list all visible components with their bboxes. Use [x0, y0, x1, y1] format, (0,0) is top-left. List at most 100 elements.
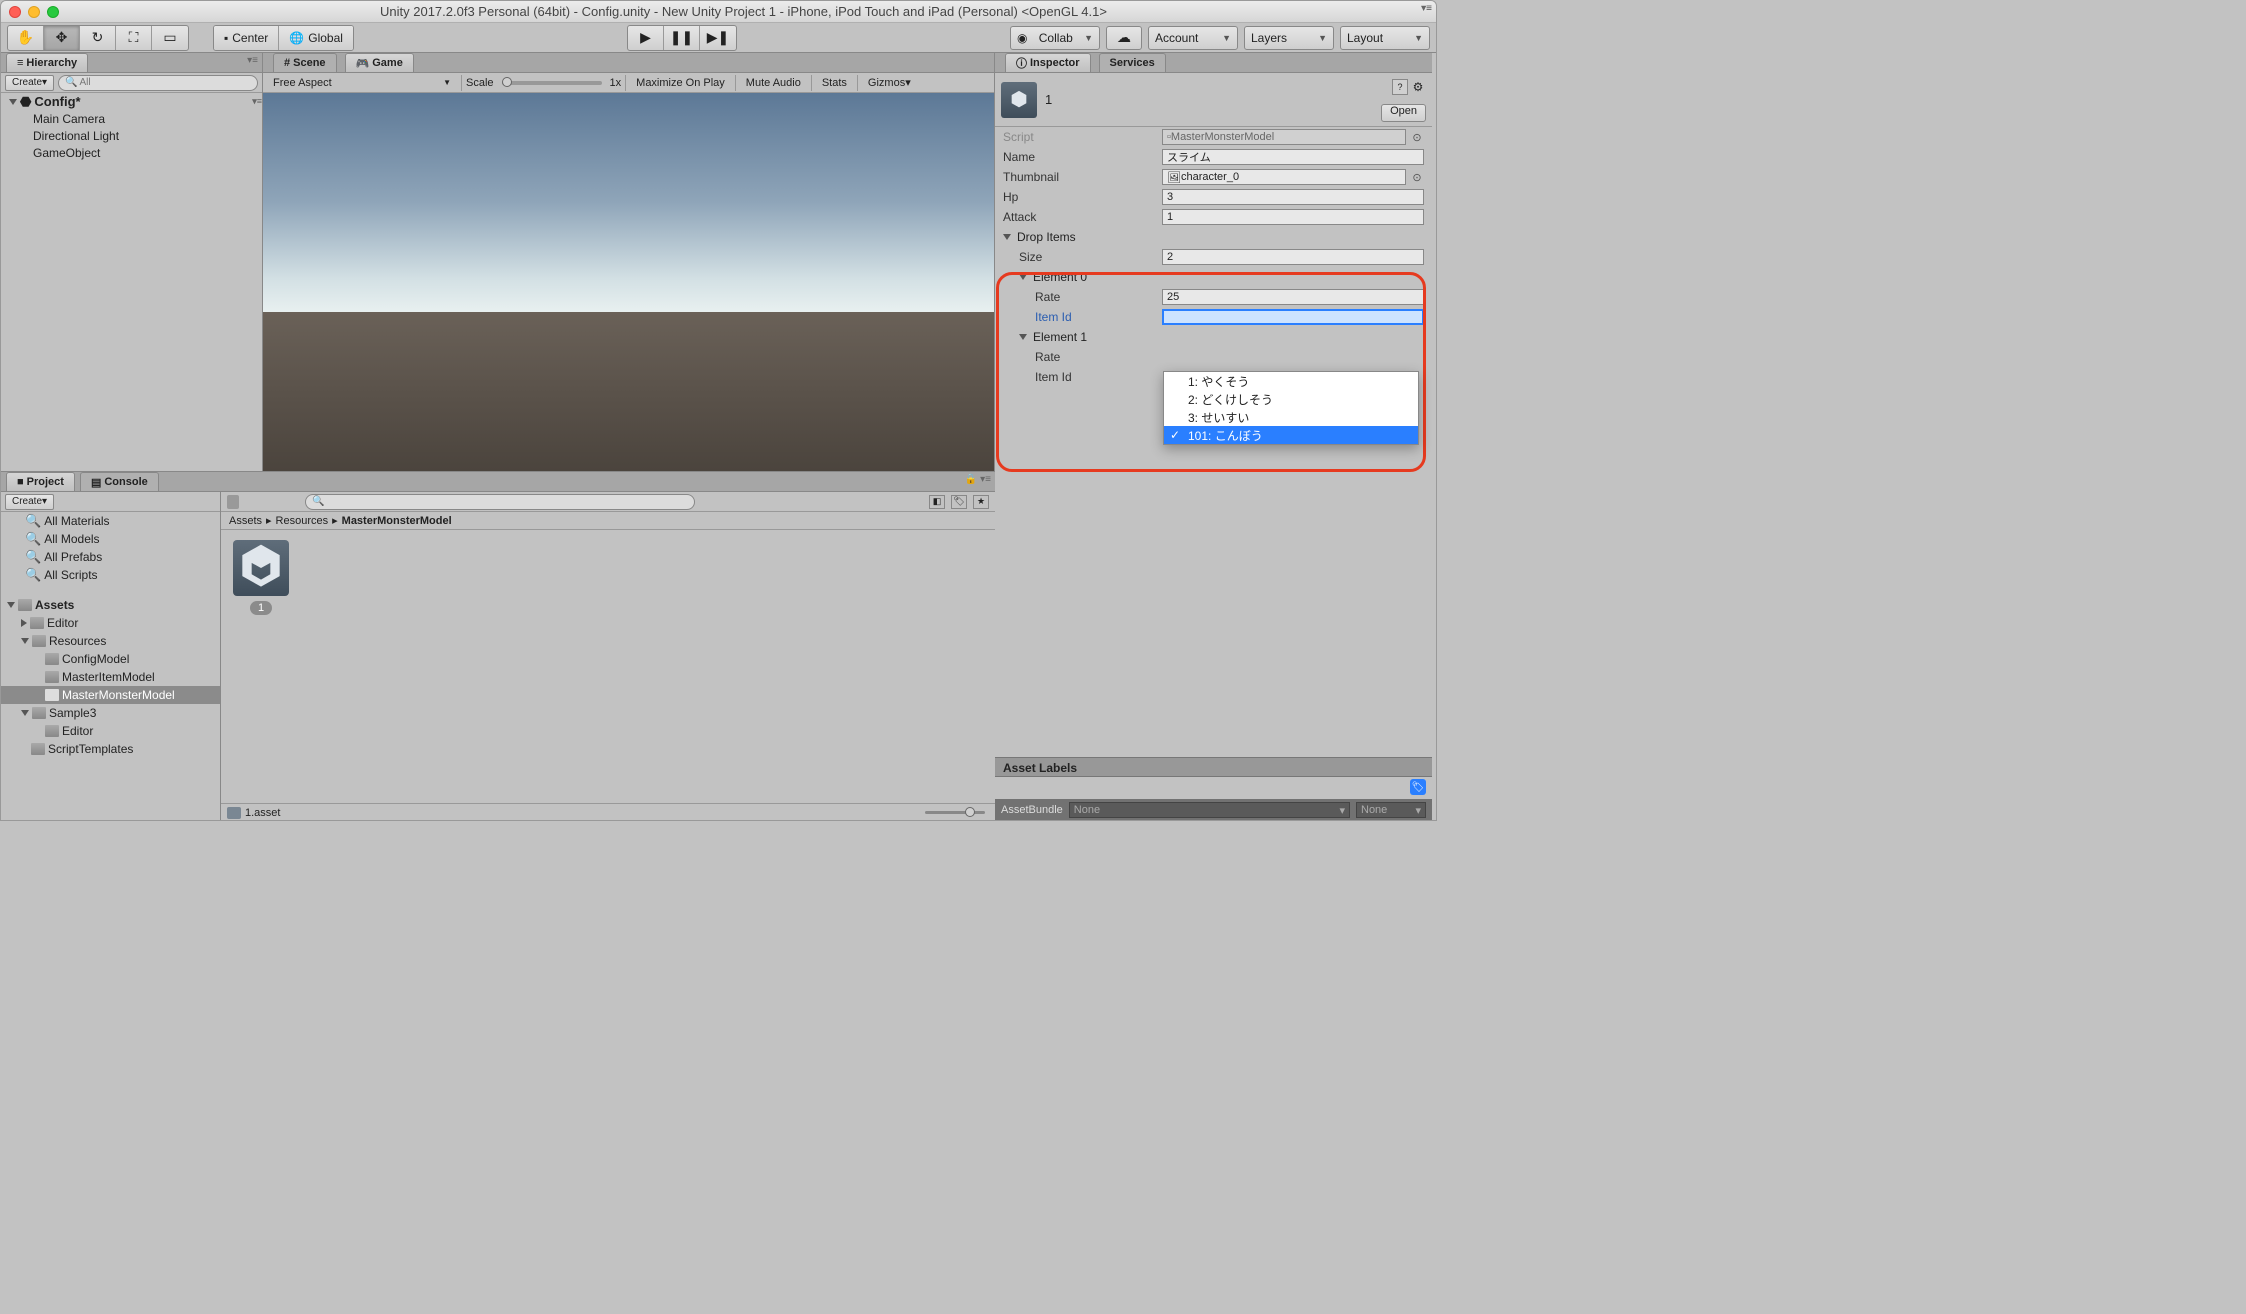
- pivot-toggle[interactable]: ▪ Center: [214, 26, 279, 50]
- filter-type-icon[interactable]: ◧: [929, 495, 945, 509]
- favorite-item[interactable]: 🔍All Models: [1, 530, 220, 548]
- folder-item[interactable]: Sample3: [1, 704, 220, 722]
- move-tool[interactable]: ✥: [44, 26, 80, 50]
- services-tab[interactable]: Services: [1099, 53, 1166, 72]
- object-picker-icon[interactable]: ⊙: [1410, 131, 1424, 144]
- inspector-options-icon[interactable]: ▾≡: [1421, 3, 1432, 14]
- filter-label-icon[interactable]: 🏷: [951, 495, 967, 509]
- scale-slider[interactable]: [502, 81, 602, 85]
- folder-item[interactable]: ConfigModel: [1, 650, 220, 668]
- hp-field[interactable]: 3: [1162, 189, 1424, 205]
- itemid-dropdown[interactable]: [1162, 309, 1424, 325]
- favorite-item[interactable]: 🔍All Prefabs: [1, 548, 220, 566]
- aspect-dropdown[interactable]: Free Aspect▼: [267, 75, 457, 91]
- object-picker-icon[interactable]: ⊙: [1410, 171, 1424, 184]
- project-footer: 1.asset: [221, 803, 995, 821]
- hand-tool[interactable]: ✋: [8, 26, 44, 50]
- folder-item-selected[interactable]: MasterMonsterModel: [1, 686, 220, 704]
- size-field[interactable]: 2: [1162, 249, 1424, 265]
- collab-dropdown[interactable]: ◉ Collab▼: [1010, 26, 1100, 50]
- game-tab[interactable]: 🎮 Game: [345, 53, 414, 72]
- hierarchy-item[interactable]: GameObject: [1, 144, 262, 161]
- expand-icon[interactable]: [21, 710, 29, 716]
- dropdown-option[interactable]: 2: どくけしそう: [1164, 390, 1418, 408]
- rotate-tool[interactable]: ↻: [80, 26, 116, 50]
- dropdown-option[interactable]: 1: やくそう: [1164, 372, 1418, 390]
- hierarchy-item[interactable]: Main Camera: [1, 110, 262, 127]
- object-icon: [1001, 82, 1037, 118]
- favorite-item[interactable]: 🔍All Scripts: [1, 566, 220, 584]
- hierarchy-tab[interactable]: ≡ Hierarchy: [6, 53, 88, 72]
- step-button[interactable]: ▶❚: [700, 26, 736, 50]
- expand-icon[interactable]: [9, 99, 17, 105]
- breadcrumb-item[interactable]: Assets: [229, 515, 262, 527]
- scene-tab[interactable]: # Scene: [273, 53, 337, 72]
- space-toggle[interactable]: 🌐 Global: [279, 26, 353, 50]
- window-minimize[interactable]: [28, 6, 40, 18]
- hierarchy-item[interactable]: Directional Light: [1, 127, 262, 144]
- name-field[interactable]: スライム: [1162, 149, 1424, 165]
- assetbundle-name-dropdown[interactable]: None▾: [1069, 802, 1350, 818]
- rect-tool[interactable]: ▭: [152, 26, 188, 50]
- expand-icon[interactable]: [7, 602, 15, 608]
- breadcrumb-item[interactable]: Resources: [276, 515, 329, 527]
- hierarchy-options-icon[interactable]: ▾≡: [247, 55, 258, 66]
- attack-label: Attack: [1003, 210, 1158, 224]
- gear-icon[interactable]: ⚙: [1410, 79, 1426, 95]
- scale-tool[interactable]: ⛶: [116, 26, 152, 50]
- layout-dropdown[interactable]: Layout▼: [1340, 26, 1430, 50]
- game-viewport: [263, 93, 994, 471]
- help-icon[interactable]: ?: [1392, 79, 1408, 95]
- script-field[interactable]: ▫ MasterMonsterModel: [1162, 129, 1406, 145]
- account-dropdown[interactable]: Account▼: [1148, 26, 1238, 50]
- project-search[interactable]: 🔍: [305, 494, 695, 510]
- hierarchy-search[interactable]: 🔍All: [58, 75, 258, 91]
- expand-icon[interactable]: [1019, 274, 1027, 280]
- expand-icon[interactable]: [21, 619, 27, 627]
- console-tab[interactable]: ▤ Console: [80, 472, 159, 491]
- window-maximize[interactable]: [47, 6, 59, 18]
- inspector-tab[interactable]: ⓘ Inspector: [1005, 53, 1091, 72]
- attack-field[interactable]: 1: [1162, 209, 1424, 225]
- tag-icon[interactable]: 🏷: [1410, 779, 1426, 795]
- asset-item[interactable]: 1: [231, 540, 291, 615]
- project-create[interactable]: Create ▾: [5, 494, 54, 510]
- assetbundle-row: AssetBundle None▾ None▾: [995, 799, 1432, 821]
- expand-icon[interactable]: [1003, 234, 1011, 240]
- folder-item[interactable]: ScriptTemplates: [1, 740, 220, 758]
- dropdown-option-selected[interactable]: 101: こんぼう: [1164, 426, 1418, 444]
- maximize-on-play[interactable]: Maximize On Play: [630, 75, 731, 91]
- expand-icon[interactable]: [21, 638, 29, 644]
- project-tab[interactable]: ■ Project: [6, 472, 75, 491]
- stats[interactable]: Stats: [816, 75, 853, 91]
- play-button[interactable]: ▶: [628, 26, 664, 50]
- dropdown-option[interactable]: 3: せいすい: [1164, 408, 1418, 426]
- folder-item[interactable]: Resources: [1, 632, 220, 650]
- layers-dropdown[interactable]: Layers▼: [1244, 26, 1334, 50]
- assets-root[interactable]: Assets: [1, 596, 220, 614]
- thumbnail-field[interactable]: 🖼 character_0: [1162, 169, 1406, 185]
- cloud-button[interactable]: ☁: [1106, 26, 1142, 50]
- folder-item[interactable]: MasterItemModel: [1, 668, 220, 686]
- grid-size-slider[interactable]: [925, 808, 985, 816]
- window-close[interactable]: [9, 6, 21, 18]
- filter-fav-icon[interactable]: ★: [973, 495, 989, 509]
- scroll-up-icon[interactable]: [227, 495, 239, 509]
- mute-audio[interactable]: Mute Audio: [740, 75, 807, 91]
- rate-field[interactable]: 25: [1162, 289, 1424, 305]
- scale-value: 1x: [610, 77, 622, 89]
- hierarchy-create[interactable]: Create ▾: [5, 75, 54, 91]
- pause-button[interactable]: ❚❚: [664, 26, 700, 50]
- folder-item[interactable]: Editor: [1, 614, 220, 632]
- rate-label: Rate: [1035, 290, 1158, 304]
- expand-icon[interactable]: [1019, 334, 1027, 340]
- dropitems-label: Drop Items: [1017, 230, 1076, 244]
- open-button[interactable]: Open: [1381, 104, 1426, 122]
- scene-root[interactable]: ⬣ Config*▾≡: [1, 93, 262, 110]
- gizmos-dropdown[interactable]: Gizmos ▾: [862, 75, 917, 91]
- assetbundle-variant-dropdown[interactable]: None▾: [1356, 802, 1426, 818]
- folder-item[interactable]: Editor: [1, 722, 220, 740]
- project-options-icon[interactable]: 🔒 ▾≡: [965, 474, 991, 485]
- favorite-item[interactable]: 🔍All Materials: [1, 512, 220, 530]
- breadcrumb-item[interactable]: MasterMonsterModel: [342, 515, 452, 527]
